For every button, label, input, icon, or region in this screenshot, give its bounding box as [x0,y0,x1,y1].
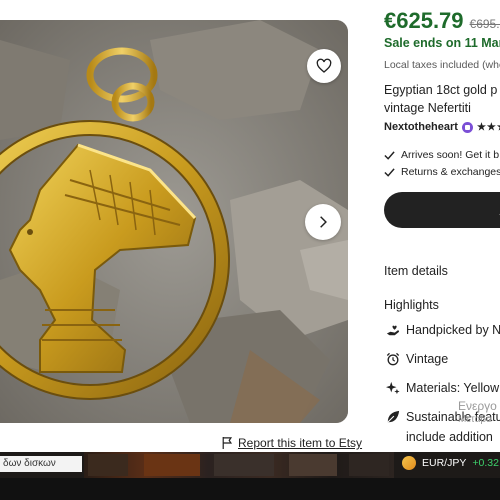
highlight-vintage-label: Vintage [406,352,449,366]
highlight-sustainable-detail: include addition [406,430,493,444]
fx-ticker-widget[interactable]: EUR/JPY +0.32 [402,456,499,470]
product-photo [0,20,348,423]
highlight-handpicked: Handpicked by N [386,323,500,337]
price-block: €625.79 €695.3 [384,8,500,34]
rating-stars[interactable]: ★★★ [477,122,500,133]
activation-watermark: Ενεργο Μεταβα [458,400,497,426]
taskbar-thumbnail[interactable] [144,454,200,476]
taskbar-thumbnail[interactable] [214,454,274,476]
next-image-button[interactable] [305,204,341,240]
highlights-heading: Highlights [384,298,439,312]
highlight-materials-label: Materials: Yellow [406,381,500,395]
alarm-clock-icon [386,352,400,366]
watermark-line-1: Ενεργο [458,399,497,413]
favorite-button[interactable] [307,49,341,83]
fx-change-value: +0.32 [472,457,499,469]
highlight-handpicked-label: Handpicked by N [406,323,500,337]
chevron-right-icon [320,216,327,228]
star-seller-badge-icon [461,121,473,133]
item-details-heading[interactable]: Item details [384,264,448,278]
taskbar-search-input[interactable]: δων δισκων [0,456,82,472]
taskbar-thumbnail[interactable] [88,454,128,476]
report-item-link[interactable]: Report this item to Etsy [222,436,362,450]
listing-title-line-1: Egyptian 18ct gold p [384,83,498,97]
report-item-label: Report this item to Etsy [238,436,363,450]
arrives-soon-text: Arrives soon! Get it b [401,149,500,161]
hand-heart-icon [386,323,400,337]
tax-note: Local taxes included (whe [384,59,500,71]
taskbar: δων δισκων EUR/JPY +0.32 [0,452,500,500]
heart-icon [316,58,332,73]
add-to-basket-button[interactable]: A [384,192,500,228]
listing-title: Egyptian 18ct gold p vintage Nefertiti [384,81,500,117]
shop-info: Nextotheheart ★★★ [384,121,500,133]
shop-name-link[interactable]: Nextotheheart [384,121,458,133]
highlight-vintage: Vintage [386,352,448,366]
current-price: €625.79 [384,8,464,33]
leaf-icon [386,410,400,424]
taskbar-app-strip[interactable] [84,452,394,478]
flag-icon [222,437,233,449]
taskbar-lower-band [0,478,500,500]
sparkle-icon [386,381,400,395]
sale-ends-text: Sale ends on 11 Marc [384,36,500,50]
check-icon [384,167,395,177]
returns-row: Returns & exchanges [384,166,500,178]
listing-title-line-2: vintage Nefertiti [384,101,471,115]
taskbar-thumbnail[interactable] [289,454,337,476]
fx-pair-label: EUR/JPY [422,457,467,469]
original-price: €695.3 [469,17,500,31]
product-image-gallery[interactable] [0,20,348,423]
taskbar-thumbnail[interactable] [349,454,389,476]
highlight-materials: Materials: Yellow [386,381,499,395]
currency-coin-icon [402,456,416,470]
check-icon [384,150,395,160]
returns-text[interactable]: Returns & exchanges [401,166,500,178]
arrives-soon-row: Arrives soon! Get it b [384,149,499,161]
watermark-line-2: Μεταβα [458,414,492,425]
etsy-listing-page: Report this item to Etsy €625.79 €695.3 S… [0,0,500,500]
